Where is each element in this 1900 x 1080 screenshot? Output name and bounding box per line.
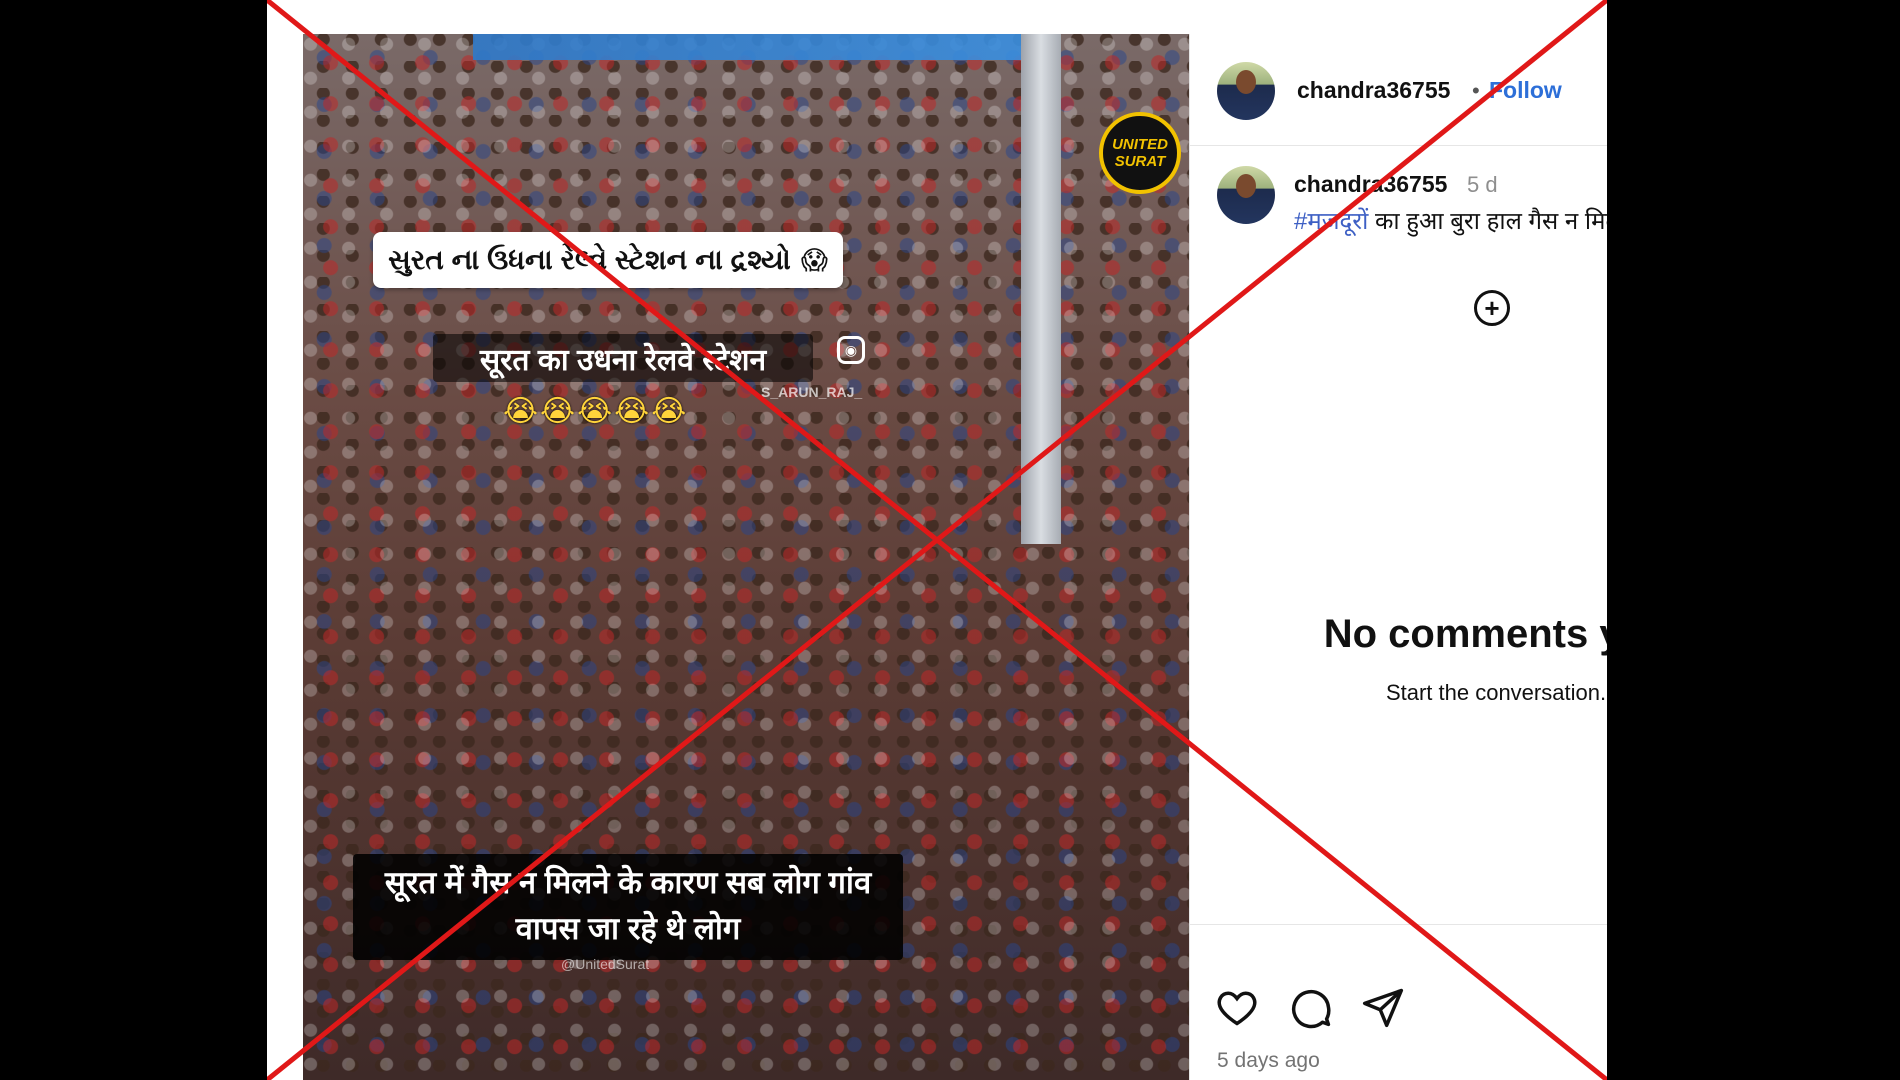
crying-emoji-row: 😭😭😭😭😭 <box>503 395 689 428</box>
hindi-banner: सूरत का उधना रेलवे स्टेशन <box>433 334 813 382</box>
panel-divider <box>1189 34 1190 1080</box>
comments-panel: chandra36755 • Follow ··· chandra36755 5… <box>1189 34 1607 1080</box>
separator-dot: • <box>1472 78 1480 103</box>
load-more-comments-icon[interactable]: + <box>1474 290 1510 326</box>
post-timestamp: 5 days ago <box>1217 1049 1320 1072</box>
like-icon[interactable] <box>1215 985 1259 1029</box>
avatar[interactable] <box>1217 62 1275 120</box>
video-caption: सूरत में गैस न मिलने के कारण सब लोग गांव… <box>353 854 903 960</box>
action-bar: 5 days ago <box>1189 924 1607 1080</box>
post-media[interactable]: UNITED SURAT સુરત ના ઉધના રેલ્વે સ્ટેશન … <box>303 34 1189 1080</box>
canopy-roof <box>473 34 1033 60</box>
post-age: 5 d <box>1467 172 1498 197</box>
shocked-emoji: 😱 <box>800 244 828 275</box>
comment-icon[interactable] <box>1289 985 1333 1029</box>
caption-text: #मजदूरों का हुआ बुरा हाल गैस न मिलने पर <box>1294 204 1607 237</box>
share-icon[interactable] <box>1361 985 1405 1029</box>
united-surat-logo: UNITED SURAT <box>1099 112 1181 194</box>
watermark-top: S_ARUN_RAJ_ <box>761 384 863 400</box>
post-viewer: UNITED SURAT સુરત ના ઉધના રેલ્વે સ્ટેશન … <box>267 0 1607 1080</box>
watermark-bottom: @UnitedSurat <box>561 956 650 972</box>
empty-comments-subtitle: Start the conversation. <box>1385 680 1607 705</box>
gujarati-banner-text: સુરત ના ઉધના રેલ્વે સ્ટેશન ના દ્રશ્યો <box>388 243 791 275</box>
station-pole <box>1021 34 1061 544</box>
follow-button[interactable]: Follow <box>1489 77 1562 104</box>
header-username[interactable]: chandra36755 <box>1297 77 1450 104</box>
gujarati-banner: સુરત ના ઉધના રેલ્વે સ્ટેશન ના દ્રશ્યો 😱 <box>373 232 843 288</box>
caption-body: का हुआ बुरा हाल गैस न मिलने पर <box>1374 208 1607 235</box>
post-header: chandra36755 • Follow ··· <box>1189 34 1607 146</box>
instagram-icon: ◉ <box>837 336 865 364</box>
empty-comments-title: No comments yet. <box>1323 612 1607 656</box>
hashtag-link[interactable]: #मजदूरों <box>1294 208 1368 235</box>
caption-avatar[interactable] <box>1217 166 1275 224</box>
caption-username[interactable]: chandra36755 <box>1294 171 1447 198</box>
